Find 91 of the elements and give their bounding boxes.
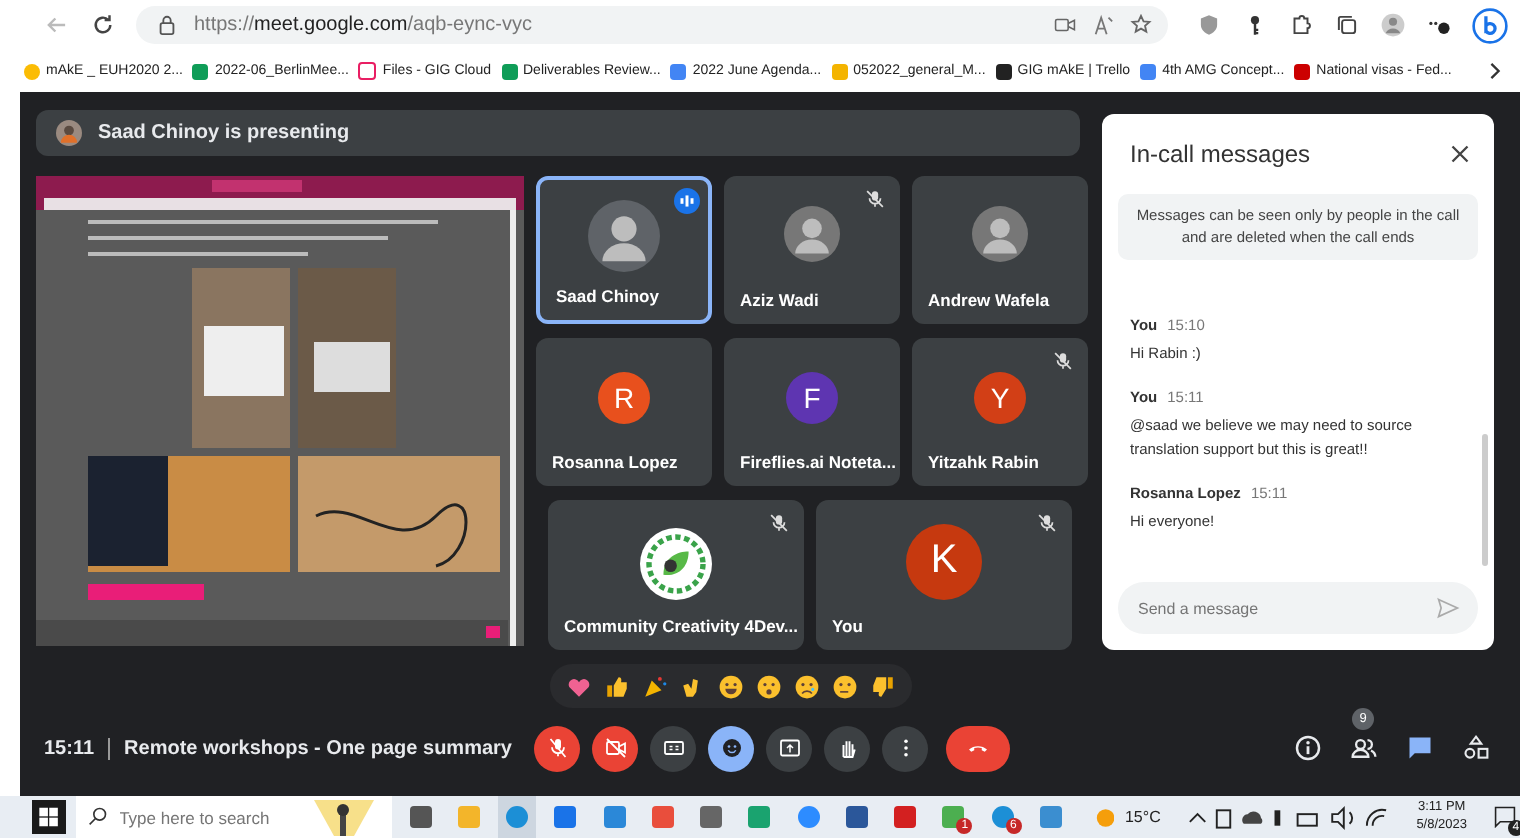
- mail-icon: [554, 806, 577, 828]
- app-icon: [942, 806, 965, 828]
- folder-icon: [457, 806, 480, 828]
- start-icon[interactable]: [32, 800, 66, 834]
- meeting-title: Remote workshops - One page summary: [124, 737, 512, 759]
- leaf-logo-icon: [640, 527, 712, 599]
- video-app-icon: [797, 806, 820, 828]
- camera-icon[interactable]: [1054, 14, 1076, 36]
- lock-icon[interactable]: [156, 14, 178, 36]
- avatar-initial: K: [906, 523, 982, 599]
- info-icon: [1294, 734, 1322, 762]
- participant-name: Community Creativity 4Dev...: [564, 616, 798, 636]
- captions-button[interactable]: [650, 725, 696, 771]
- read-aloud-icon[interactable]: [1092, 14, 1114, 36]
- participant-tile[interactable]: R Rosanna Lopez: [536, 338, 712, 486]
- document-icon: [845, 806, 868, 828]
- surprised-face-icon[interactable]: [755, 673, 781, 699]
- participant-name: Rosanna Lopez: [552, 452, 678, 472]
- chat-button[interactable]: [1404, 732, 1436, 764]
- close-icon[interactable]: [1450, 144, 1470, 164]
- shapes-icon: [1462, 734, 1490, 762]
- shield-icon: [748, 806, 771, 828]
- chat-bubble-icon: [1406, 734, 1434, 762]
- extensions-icon[interactable]: [1288, 12, 1314, 38]
- avatar-initial: R: [598, 372, 650, 424]
- raise-hand-button[interactable]: [824, 725, 870, 771]
- mic-off-icon: [545, 736, 569, 760]
- participant-name: Andrew Wafela: [928, 290, 1050, 310]
- thinking-face-icon[interactable]: [831, 673, 857, 699]
- panel-title: In-call messages: [1130, 140, 1311, 168]
- shield-icon[interactable]: [1196, 12, 1222, 38]
- pdf-icon: [894, 806, 917, 828]
- reactions-button[interactable]: [708, 725, 754, 771]
- taskbar-app[interactable]: [498, 796, 537, 838]
- browser-icon: [991, 806, 1013, 828]
- activities-button[interactable]: [1460, 732, 1492, 764]
- participant-tile[interactable]: Aziz Wadi: [724, 176, 900, 324]
- browser-icon: [506, 806, 529, 828]
- collections-icon[interactable]: [1334, 12, 1360, 38]
- task-view-icon: [409, 806, 432, 828]
- presenting-text: Saad Chinoy is presenting: [98, 122, 350, 144]
- end-call-button[interactable]: [946, 725, 1010, 771]
- app-icon: [603, 806, 626, 828]
- star-plus-icon[interactable]: [1130, 14, 1152, 36]
- photos-icon: [1039, 806, 1062, 828]
- participant-name: Aziz Wadi: [740, 290, 819, 310]
- party-popper-icon[interactable]: [641, 673, 667, 699]
- avatar-initial: F: [786, 372, 838, 424]
- participant-tile[interactable]: K You: [816, 500, 1072, 650]
- avatar-icon: [56, 120, 82, 146]
- participant-tile[interactable]: F Fireflies.ai Noteta...: [724, 338, 900, 486]
- speaking-indicator-icon: [674, 188, 700, 214]
- participant-name: Fireflies.ai Noteta...: [740, 452, 896, 472]
- captions-icon: [661, 736, 685, 760]
- profile-icon[interactable]: [1380, 12, 1406, 38]
- temperature: 15°C: [1124, 808, 1161, 826]
- present-button[interactable]: [766, 725, 812, 771]
- avatar-icon: [784, 206, 840, 262]
- url-text: https://meet.google.com/aqb-eync-vyc: [194, 14, 532, 36]
- avatar-icon: [588, 200, 660, 272]
- laughing-face-icon[interactable]: [717, 673, 743, 699]
- participant-tile[interactable]: Saad Chinoy: [536, 176, 712, 324]
- scrollbar[interactable]: [1482, 434, 1488, 566]
- weather-icon: [1095, 807, 1115, 827]
- people-icon: [1350, 734, 1378, 762]
- avatar-initial: Y: [974, 372, 1026, 424]
- store-icon: [651, 806, 674, 828]
- meeting-time: 15:11: [44, 737, 95, 759]
- participant-name: You: [832, 616, 863, 636]
- participant-name: Saad Chinoy: [556, 286, 659, 306]
- participant-tile[interactable]: Community Creativity 4Dev...: [548, 500, 804, 650]
- sad-face-icon[interactable]: [793, 673, 819, 699]
- chevron-right-icon[interactable]: [1486, 62, 1504, 80]
- present-screen-icon: [777, 736, 801, 760]
- camera-button[interactable]: [592, 725, 638, 771]
- participant-tile[interactable]: Y Yitzahk Rabin: [912, 338, 1088, 486]
- message-input[interactable]: Send a message: [1118, 582, 1478, 634]
- thumbs-up-icon[interactable]: [603, 673, 629, 699]
- chat-assistant-icon[interactable]: [1472, 7, 1508, 43]
- calculator-icon: [700, 806, 723, 828]
- participant-name: Yitzahk Rabin: [928, 452, 1039, 472]
- heart-icon[interactable]: [565, 673, 591, 699]
- avatar-icon: [972, 206, 1028, 262]
- reload-icon[interactable]: [90, 12, 116, 38]
- participant-tile[interactable]: Andrew Wafela: [912, 176, 1088, 324]
- thumbs-down-icon[interactable]: [869, 673, 895, 699]
- info-button[interactable]: [1292, 732, 1324, 764]
- address-bar[interactable]: https://meet.google.com/aqb-eync-vyc: [136, 6, 1168, 44]
- smiley-icon: [719, 736, 743, 760]
- camera-off-icon: [603, 736, 627, 760]
- mic-button[interactable]: [534, 725, 580, 771]
